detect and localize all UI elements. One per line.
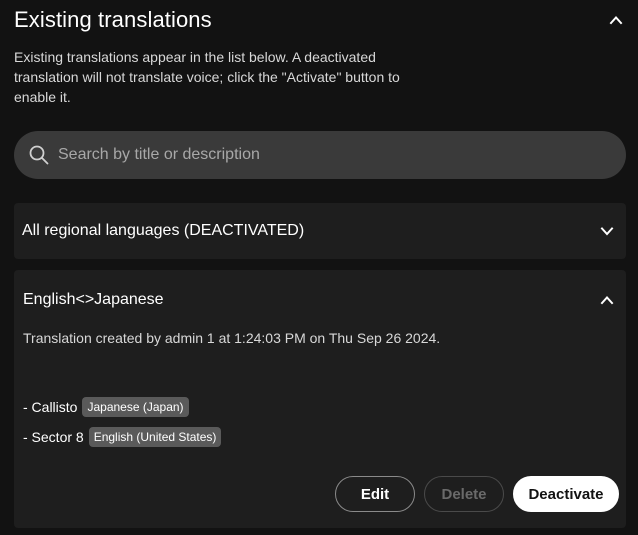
list-item: - Callisto Japanese (Japan) [23, 396, 221, 418]
translation-title: All regional languages (DEACTIVATED) [22, 222, 305, 239]
member-list: - Callisto Japanese (Japan) - Sector 8 E… [23, 396, 222, 456]
existing-translations-panel: Existing translations Existing translati… [0, 0, 638, 535]
deactivate-button[interactable]: Deactivate [513, 476, 619, 512]
translation-card: All regional languages (DEACTIVATED) [14, 203, 626, 259]
member-name: - Callisto [23, 399, 78, 415]
chevron-up-icon [609, 16, 623, 25]
search-box[interactable] [14, 131, 626, 179]
section-description: Existing translations appear in the list… [14, 49, 400, 105]
created-info: Translation created by admin 1 at 1:24:0… [23, 330, 441, 346]
search-icon [28, 144, 50, 166]
language-tag: Japanese (Japan) [82, 397, 189, 417]
language-tag: English (United States) [88, 427, 222, 447]
delete-button[interactable]: Delete [424, 476, 504, 512]
translation-card-header[interactable]: All regional languages (DEACTIVATED) [14, 203, 626, 259]
member-name: - Sector 8 [23, 429, 84, 445]
translation-title: English<>Japanese [23, 291, 164, 308]
search-input[interactable] [58, 131, 626, 179]
chevron-up-icon [600, 296, 614, 305]
translation-card-header[interactable]: English<>Japanese [14, 270, 626, 330]
card-actions: Edit Delete Deactivate [335, 476, 619, 512]
collapse-section-button[interactable] [604, 8, 628, 32]
translation-card: English<>Japanese Translation created by… [14, 270, 626, 528]
section-header: Existing translations [14, 4, 628, 36]
chevron-down-icon [600, 227, 614, 236]
list-item: - Sector 8 English (United States) [23, 426, 222, 448]
section-title: Existing translations [14, 7, 212, 32]
translation-details: Translation created by admin 1 at 1:24:0… [23, 328, 443, 348]
edit-button[interactable]: Edit [335, 476, 415, 512]
